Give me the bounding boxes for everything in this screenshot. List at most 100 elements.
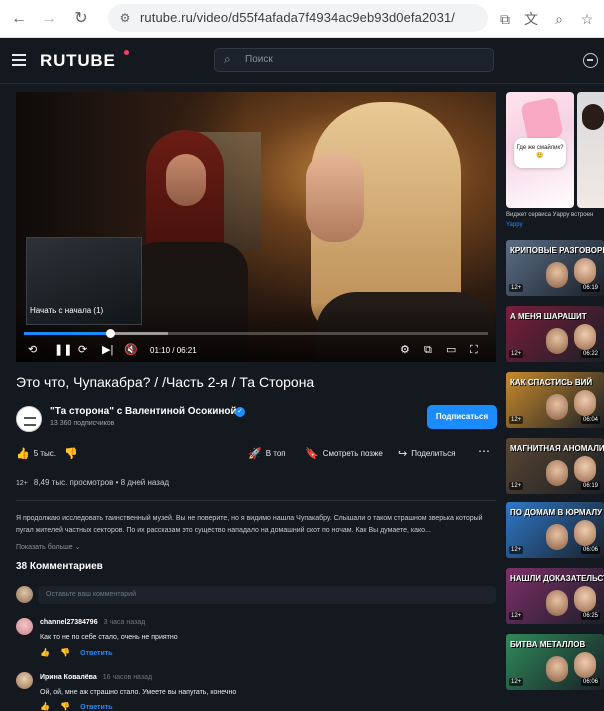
promo-bubble: Где же смайлик? 🙂	[514, 138, 566, 168]
forward-10-icon[interactable]: ⟳	[78, 343, 87, 357]
search-placeholder: Поиск	[245, 54, 273, 65]
comment-author-name: Ирина Ковалёва	[40, 674, 97, 681]
comment-author[interactable]: channel27384796 3 часа назад	[40, 619, 145, 626]
comment-author[interactable]: Ирина Ковалёва 16 часов назад	[40, 674, 152, 681]
browser-toolbar: ← → ↻ ⚙ rutube.ru/video/d55f4afada7f4934…	[0, 0, 604, 38]
current-user-avatar	[16, 586, 33, 603]
comment-input[interactable]: Оставьте ваш комментарий	[38, 586, 496, 604]
age-rating-badge: 12+	[509, 612, 524, 620]
bookmark-icon: 🔖	[305, 448, 319, 460]
promo-source[interactable]: Yappy	[506, 222, 523, 228]
reply-button[interactable]: Ответить	[80, 650, 112, 657]
forward-icon[interactable]: →	[38, 8, 60, 30]
recommended-video-thumbnail[interactable]: Криповые разговоры 12+ 06:19	[506, 240, 604, 296]
thumbs-down-icon: 👎	[64, 448, 78, 460]
next-icon[interactable]: ▶|	[102, 343, 113, 357]
fullscreen-icon[interactable]: ⛶	[470, 343, 478, 357]
thumbnail-title: По домам в Юрмалу	[510, 508, 603, 517]
more-options-icon[interactable]: ⋯	[478, 444, 490, 458]
video-duration: 06:22	[580, 350, 600, 358]
thumbs-down-icon[interactable]: 👎	[60, 648, 70, 657]
rocket-icon: 🚀	[248, 448, 262, 460]
video-duration: 06:19	[580, 284, 600, 292]
search-input[interactable]: ⌕ Поиск	[214, 48, 494, 72]
video-duration: 06:06	[580, 678, 600, 686]
address-bar[interactable]: ⚙ rutube.ru/video/d55f4afada7f4934ac9eb9…	[108, 4, 488, 32]
video-duration: 06:06	[580, 546, 600, 554]
upload-icon[interactable]	[583, 53, 598, 68]
played-bar	[24, 332, 110, 335]
video-stats: 12+ 8,49 тыс. просмотров • 8 дней назад	[16, 478, 170, 487]
url-text: rutube.ru/video/d55f4afada7f4934ac9eb93d…	[140, 10, 456, 25]
pause-icon[interactable]: ❚❚	[54, 343, 72, 357]
promo-widget-second[interactable]	[577, 92, 604, 208]
comment-avatar[interactable]	[16, 618, 33, 635]
promo-caption: Виджет сервиса Уарру встроен	[506, 212, 594, 218]
thumbnail-person	[546, 656, 568, 682]
thumbnail-person	[574, 456, 596, 482]
show-more-link[interactable]: Показать больше ⌄	[16, 543, 81, 551]
share-button[interactable]: ↪ Поделиться	[398, 447, 455, 460]
menu-icon[interactable]	[12, 54, 26, 66]
open-in-app-icon[interactable]: ⧉	[494, 8, 516, 30]
thumbs-up-icon: 👍	[16, 448, 30, 460]
rewind-10-icon[interactable]: ⟲	[28, 343, 37, 357]
mini-player-icon[interactable]: ⧉	[424, 343, 432, 357]
watch-later-label: Смотреть позже	[322, 449, 383, 458]
dislike-button[interactable]: 👎	[64, 447, 82, 460]
age-rating-badge: 12+	[509, 678, 524, 686]
thumbnail-title: Как спастись ВИЙ	[510, 378, 593, 387]
thumbs-up-icon[interactable]: 👍	[40, 648, 50, 657]
recommended-video-thumbnail[interactable]: Нашли доказательства 12+ 06:25	[506, 568, 604, 624]
zoom-icon[interactable]: ⌕	[548, 8, 570, 30]
promo-widget[interactable]: Где же смайлик? 🙂	[506, 92, 574, 208]
thumbnail-title: Магнитная аномалия	[510, 444, 604, 453]
video-duration: 06:19	[580, 482, 600, 490]
progress-bar[interactable]	[24, 329, 488, 338]
comment-time: 16 часов назад	[102, 674, 153, 681]
channel-name[interactable]: "Та сторона" с Валентиной Осокиной	[50, 406, 237, 417]
translate-icon[interactable]: 文	[520, 8, 542, 30]
verified-icon: ✓	[235, 407, 245, 417]
seek-preview-label: Начать с начала (1)	[30, 306, 104, 315]
recommended-video-thumbnail[interactable]: По домам в Юрмалу 12+ 06:06	[506, 502, 604, 558]
comment-avatar[interactable]	[16, 672, 33, 689]
recommended-video-thumbnail[interactable]: Как спастись ВИЙ 12+ 06:04	[506, 372, 604, 428]
comment-time: 3 часа назад	[103, 619, 146, 626]
age-rating-badge: 12+	[509, 350, 524, 358]
progress-handle[interactable]	[105, 329, 115, 338]
recommended-video-thumbnail[interactable]: Магнитная аномалия 12+ 06:19	[506, 438, 604, 494]
thumbnail-person	[546, 394, 568, 420]
theater-mode-icon[interactable]: ▭	[446, 343, 456, 357]
like-button[interactable]: 👍 5 тыс.	[16, 447, 56, 460]
video-frame-face-right	[306, 152, 364, 242]
volume-muted-icon[interactable]: 🔇	[124, 343, 138, 357]
recommended-video-thumbnail[interactable]: А меня шарашит 12+ 06:22	[506, 306, 604, 362]
thumbs-up-icon[interactable]: 👍	[40, 702, 50, 711]
time-display: 01:10 / 06:21	[150, 346, 197, 355]
thumbnail-person	[574, 258, 596, 284]
thumbs-down-icon[interactable]: 👎	[60, 702, 70, 711]
to-top-button[interactable]: 🚀 В топ	[248, 447, 286, 460]
age-rating-badge: 12+	[16, 480, 28, 487]
channel-avatar[interactable]	[16, 406, 42, 432]
recommended-video-thumbnail[interactable]: Битва металлов 12+ 06:06	[506, 634, 604, 690]
thumbnail-person	[574, 390, 596, 416]
settings-icon[interactable]: ⚙	[400, 343, 410, 357]
bookmark-star-icon[interactable]: ☆	[576, 8, 598, 30]
subscribe-button[interactable]: Подписаться	[427, 405, 497, 429]
thumbnail-title: Криповые разговоры	[510, 246, 604, 255]
rutube-logo[interactable]: RUTUBE	[40, 51, 116, 71]
age-rating-badge: 12+	[509, 284, 524, 292]
back-icon[interactable]: ←	[8, 8, 30, 30]
video-player[interactable]: Начать с начала (1) ⟲ ❚❚ ⟳ ▶| 🔇 01:10 / …	[16, 92, 496, 362]
age-rating-badge: 12+	[509, 482, 524, 490]
view-count: 8,49 тыс. просмотров	[33, 478, 114, 487]
comments-title: 38 Комментариев	[16, 561, 103, 572]
share-icon: ↪	[398, 448, 408, 460]
watch-later-button[interactable]: 🔖 Смотреть позже	[305, 447, 383, 460]
chevron-down-icon: ⌄	[74, 544, 81, 551]
reload-icon[interactable]: ↻	[70, 8, 92, 30]
like-count: 5 тыс.	[33, 449, 57, 458]
site-info-icon[interactable]: ⚙	[116, 9, 134, 27]
